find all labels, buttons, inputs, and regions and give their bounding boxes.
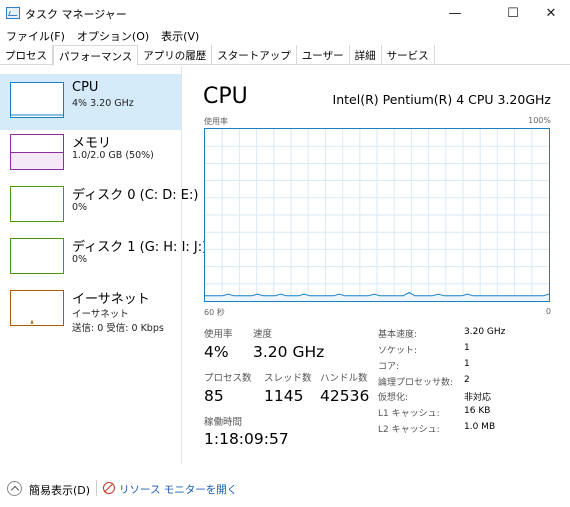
tab-processes[interactable]: プロセス xyxy=(0,45,53,65)
usage-value: 4% xyxy=(204,343,229,361)
threads-value: 1145 xyxy=(264,387,304,405)
menu-bar: ファイル(F) オプション(O) 表示(V) xyxy=(0,26,570,44)
sidebar-item-ethernet[interactable]: イーサネット イーサネット 送信: 0 受信: 0 Kbps xyxy=(0,282,181,338)
memory-thumbnail-graph xyxy=(10,134,64,170)
footer-bar: 簡易表示(D) リソース モニターを開く xyxy=(0,470,570,507)
uptime-label: 稼働時間 xyxy=(204,417,243,428)
close-button[interactable]: ✕ xyxy=(528,0,570,26)
tab-startup[interactable]: スタートアップ xyxy=(212,45,297,65)
sidebar-item-disk-1[interactable]: ディスク 1 (G: H: I: J:) 0% xyxy=(0,230,207,286)
menu-options[interactable]: オプション(O) xyxy=(71,26,155,44)
cpu-thumbnail-graph xyxy=(10,82,64,118)
processor-name: Intel(R) Pentium(R) 4 CPU 3.20GHz xyxy=(332,92,551,107)
menu-view[interactable]: 表示(V) xyxy=(155,26,205,44)
resource-monitor-icon[interactable] xyxy=(103,482,115,494)
sidebar-item-detail: 1.0/2.0 GB (50%) xyxy=(72,150,154,161)
tab-details[interactable]: 詳細 xyxy=(350,45,382,65)
sidebar-item-label: イーサネット xyxy=(72,292,150,307)
chevron-up-icon[interactable] xyxy=(7,481,22,496)
tab-services[interactable]: サービス xyxy=(382,45,435,65)
speed-value: 3.20 GHz xyxy=(253,343,325,361)
sidebar-item-label: CPU xyxy=(72,80,99,95)
footer-divider xyxy=(96,480,97,496)
l2-cache-label: L2 キャッシュ: xyxy=(378,425,440,435)
performance-sidebar: CPU 4% 3.20 GHz メモリ 1.0/2.0 GB (50%) ディス… xyxy=(0,66,207,464)
sidebar-item-detail: 0% xyxy=(72,254,88,265)
fewer-details-link[interactable]: 簡易表示(D) xyxy=(29,482,90,498)
graph-x-label: 60 秒 xyxy=(204,308,225,317)
cpu-usage-graph xyxy=(204,128,550,302)
sidebar-item-disk-0[interactable]: ディスク 0 (C: D: E:) 0% xyxy=(0,178,198,234)
minimize-button[interactable]: — xyxy=(432,0,478,26)
sidebar-item-label: メモリ xyxy=(72,136,112,151)
sidebar-item-throughput: 送信: 0 受信: 0 Kbps xyxy=(72,323,164,334)
usage-label: 使用率 xyxy=(204,329,233,340)
page-title: CPU xyxy=(203,84,248,109)
l1-cache-label: L1 キャッシュ: xyxy=(378,409,440,419)
tab-app-history[interactable]: アプリの履歴 xyxy=(138,45,213,65)
logical-processors-label: 論理プロセッサ数: xyxy=(378,378,454,388)
sockets-value: 1 xyxy=(464,343,470,353)
sidebar-item-detail: 0% xyxy=(72,202,88,213)
logical-processors-value: 2 xyxy=(464,375,470,385)
disk-0-thumbnail-graph xyxy=(10,186,64,222)
sockets-label: ソケット: xyxy=(378,346,418,356)
graph-y-label: 使用率 xyxy=(204,117,228,126)
cores-label: コア: xyxy=(378,362,400,372)
processes-value: 85 xyxy=(204,387,224,405)
sidebar-item-detail: イーサネット xyxy=(72,309,129,320)
handles-value: 42536 xyxy=(320,387,370,405)
handles-label: ハンドル数 xyxy=(320,373,368,384)
title-bar: タスク マネージャー — ☐ ✕ xyxy=(0,0,570,26)
sidebar-item-label: ディスク 0 (C: D: E:) xyxy=(72,188,199,203)
tab-users[interactable]: ユーザー xyxy=(297,45,350,65)
graph-x-min-label: 0 xyxy=(545,307,551,316)
processes-label: プロセス数 xyxy=(204,373,252,384)
tab-strip: プロセス パフォーマンス アプリの履歴 スタートアップ ユーザー 詳細 サービス xyxy=(0,45,570,66)
disk-1-thumbnail-graph xyxy=(10,238,64,274)
ethernet-thumbnail-graph xyxy=(10,290,64,326)
base-speed-value: 3.20 GHz xyxy=(464,327,506,337)
sidebar-item-cpu[interactable]: CPU 4% 3.20 GHz xyxy=(0,74,181,130)
open-resource-monitor-link[interactable]: リソース モニターを開く xyxy=(119,482,237,497)
task-manager-icon xyxy=(6,7,20,19)
cores-value: 1 xyxy=(464,359,470,369)
virtualization-label: 仮想化: xyxy=(378,393,409,403)
sidebar-item-memory[interactable]: メモリ 1.0/2.0 GB (50%) xyxy=(0,126,181,182)
base-speed-label: 基本速度: xyxy=(378,330,418,340)
l1-cache-value: 16 KB xyxy=(464,406,491,416)
threads-label: スレッド数 xyxy=(264,373,312,384)
speed-label: 速度 xyxy=(253,329,273,340)
cpu-detail-panel: CPU Intel(R) Pentium(R) 4 CPU 3.20GHz 使用… xyxy=(183,66,570,464)
menu-file[interactable]: ファイル(F) xyxy=(0,26,71,44)
sidebar-item-detail: 4% 3.20 GHz xyxy=(72,98,134,109)
graph-y-max-label: 100% xyxy=(528,116,551,125)
cpu-usage-chart xyxy=(205,129,550,301)
virtualization-value: 非対応 xyxy=(464,393,492,403)
uptime-value: 1:18:09:57 xyxy=(204,430,289,448)
window-title: タスク マネージャー xyxy=(25,8,127,21)
tab-performance[interactable]: パフォーマンス xyxy=(53,45,139,66)
l2-cache-value: 1.0 MB xyxy=(464,422,496,432)
